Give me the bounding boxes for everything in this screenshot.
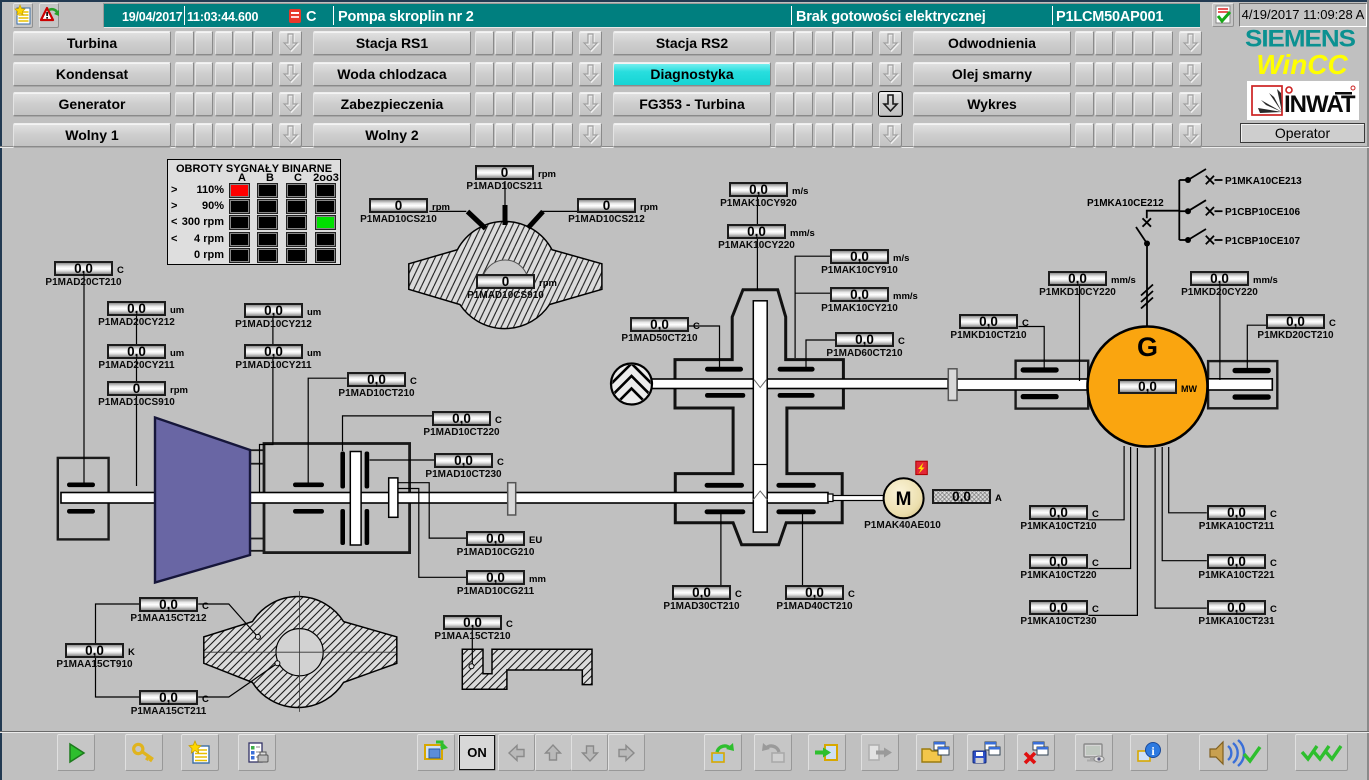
svg-text:M: M [896, 489, 912, 510]
svg-text:G: G [1137, 332, 1158, 362]
